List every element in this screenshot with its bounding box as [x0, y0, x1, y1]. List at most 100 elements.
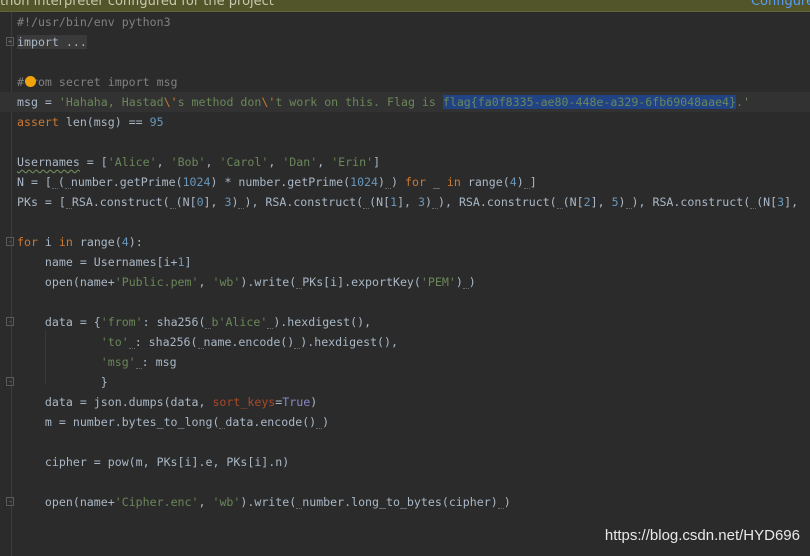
code-token: 4	[121, 235, 129, 249]
code-token: #!/usr/bin/env python3	[17, 15, 171, 29]
code-token: : sha256(	[142, 315, 206, 329]
code-line[interactable]: - for i in range(4):	[0, 232, 810, 252]
code-line[interactable]: Usernames = ['Alice', 'Bob', 'Carol', 'D…	[0, 152, 810, 172]
code-token: msg =	[17, 95, 59, 109]
code-token: 'msg'	[100, 355, 136, 369]
code-line[interactable]: assert len(msg) == 95	[0, 112, 810, 132]
code-token: )	[425, 195, 432, 209]
code-token: b'Alice'	[211, 315, 268, 329]
code-token: 'wb'	[212, 275, 241, 289]
code-token: (N[	[369, 195, 391, 209]
code-token: ],	[784, 195, 799, 209]
code-line[interactable]	[0, 472, 810, 492]
code-editor[interactable]: #!/usr/bin/env python3 + import ... #from …	[0, 12, 810, 512]
code-token: )	[503, 495, 511, 509]
code-line[interactable]: m = number.bytes_to_long(data.encode())	[0, 412, 810, 432]
fold-icon[interactable]: -	[6, 317, 14, 326]
code-token: ), RSA.construct(	[438, 195, 557, 209]
code-line[interactable]: 'to': sha256(name.encode()).hexdigest(),	[0, 332, 810, 352]
code-line[interactable]: + import ...	[0, 32, 810, 52]
code-line[interactable]: #!/usr/bin/env python3	[0, 12, 810, 32]
code-line[interactable]: #from secret import msg	[0, 72, 810, 92]
fold-icon[interactable]: -	[6, 237, 14, 246]
code-line[interactable]: name = Usernames[i+1]	[0, 252, 810, 272]
code-token: in	[58, 235, 73, 249]
code-token: number.getPrime(	[70, 175, 183, 189]
code-token: = [	[79, 155, 108, 169]
code-token: 5	[611, 195, 619, 209]
code-line[interactable]: - data = {'from': sha256(b'Alice').hexdi…	[0, 312, 810, 332]
code-token: _	[425, 175, 447, 189]
code-token: range(	[460, 175, 510, 189]
code-line[interactable]	[0, 132, 810, 152]
code-token: 'from'	[100, 315, 143, 329]
code-token: data.encode()	[225, 415, 317, 429]
code-line[interactable]: - }	[0, 372, 810, 392]
intention-bulb-icon[interactable]	[25, 76, 36, 87]
code-token: 1024	[182, 175, 211, 189]
code-token: '	[58, 95, 66, 109]
fold-icon[interactable]: -	[6, 377, 14, 386]
code-token: open(name+	[17, 495, 115, 509]
configure-interpreter-link[interactable]: Configure	[751, 0, 810, 9]
code-token: N = [	[17, 175, 52, 189]
code-token: ]	[529, 175, 537, 189]
code-line[interactable]: data = json.dumps(data, sort_keys=True)	[0, 392, 810, 412]
code-line[interactable]: N = [(number.getPrime(1024) * number.get…	[0, 172, 810, 192]
code-token: 3	[418, 195, 426, 209]
code-token: ],	[203, 195, 225, 209]
code-token: t work on this. Flag is	[275, 95, 443, 109]
code-token: RSA.construct(	[71, 195, 170, 209]
code-line[interactable]	[0, 432, 810, 452]
code-token: )	[378, 175, 386, 189]
code-token: ).write(	[240, 275, 297, 289]
code-token: name = Usernames[i+	[17, 255, 178, 269]
code-token: )	[231, 195, 239, 209]
code-token: s method don	[177, 95, 262, 109]
code-token: 'Dan'	[282, 155, 318, 169]
code-token: sort_keys	[212, 395, 276, 409]
code-token: len(msg) ==	[58, 115, 150, 129]
code-line[interactable]: 'msg' : msg	[0, 352, 810, 372]
code-token: 2	[583, 195, 591, 209]
code-token: (N[	[562, 195, 584, 209]
code-line[interactable]: - open(name+'Cipher.enc', 'wb').write(nu…	[0, 492, 810, 512]
fold-icon[interactable]: -	[6, 497, 14, 506]
code-line[interactable]	[0, 52, 810, 72]
code-token: .'	[736, 95, 750, 109]
code-line[interactable]: PKs = [RSA.construct((N[0], 3)), RSA.con…	[0, 192, 810, 212]
code-token: )	[322, 415, 330, 429]
fold-icon[interactable]: +	[6, 37, 14, 46]
code-token: : msg	[141, 355, 177, 369]
code-token: )	[618, 195, 626, 209]
code-token: )	[310, 395, 318, 409]
code-token: for	[17, 235, 38, 249]
code-token: PKs = [	[17, 195, 66, 209]
interpreter-warning-banner: thon interpreter configured for the proj…	[0, 0, 810, 12]
code-token: ,	[198, 275, 213, 289]
code-token: 'Public.pem'	[114, 275, 199, 289]
code-line[interactable]	[0, 292, 810, 312]
code-token: 4	[509, 175, 517, 189]
code-token: ,	[205, 155, 220, 169]
code-token: for	[404, 175, 426, 189]
code-token: import ...	[17, 35, 87, 49]
code-token: data = json.dumps(data,	[17, 395, 213, 409]
code-line[interactable]: cipher = pow(m, PKs[i].e, PKs[i].n)	[0, 452, 810, 472]
code-line[interactable]: msg = 'Hahaha, Hastad\'s method don\'t w…	[0, 92, 810, 112]
banner-message: thon interpreter configured for the proj…	[0, 0, 274, 9]
code-token: name.encode()	[203, 335, 295, 349]
code-line[interactable]	[0, 212, 810, 232]
code-token: 95	[149, 115, 164, 129]
code-token: ), RSA.construct(	[244, 195, 364, 209]
code-token: : sha256(	[134, 335, 198, 349]
code-token: ,	[107, 95, 122, 109]
code-token: ) * number.getPrime(	[210, 175, 351, 189]
code-token: PKs[i].exportKey(	[302, 275, 421, 289]
code-token: 'Alice'	[107, 155, 157, 169]
code-line[interactable]: open(name+'Public.pem', 'wb').write(PKs[…	[0, 272, 810, 292]
code-token: 'PEM'	[420, 275, 456, 289]
code-token: ],	[397, 195, 419, 209]
